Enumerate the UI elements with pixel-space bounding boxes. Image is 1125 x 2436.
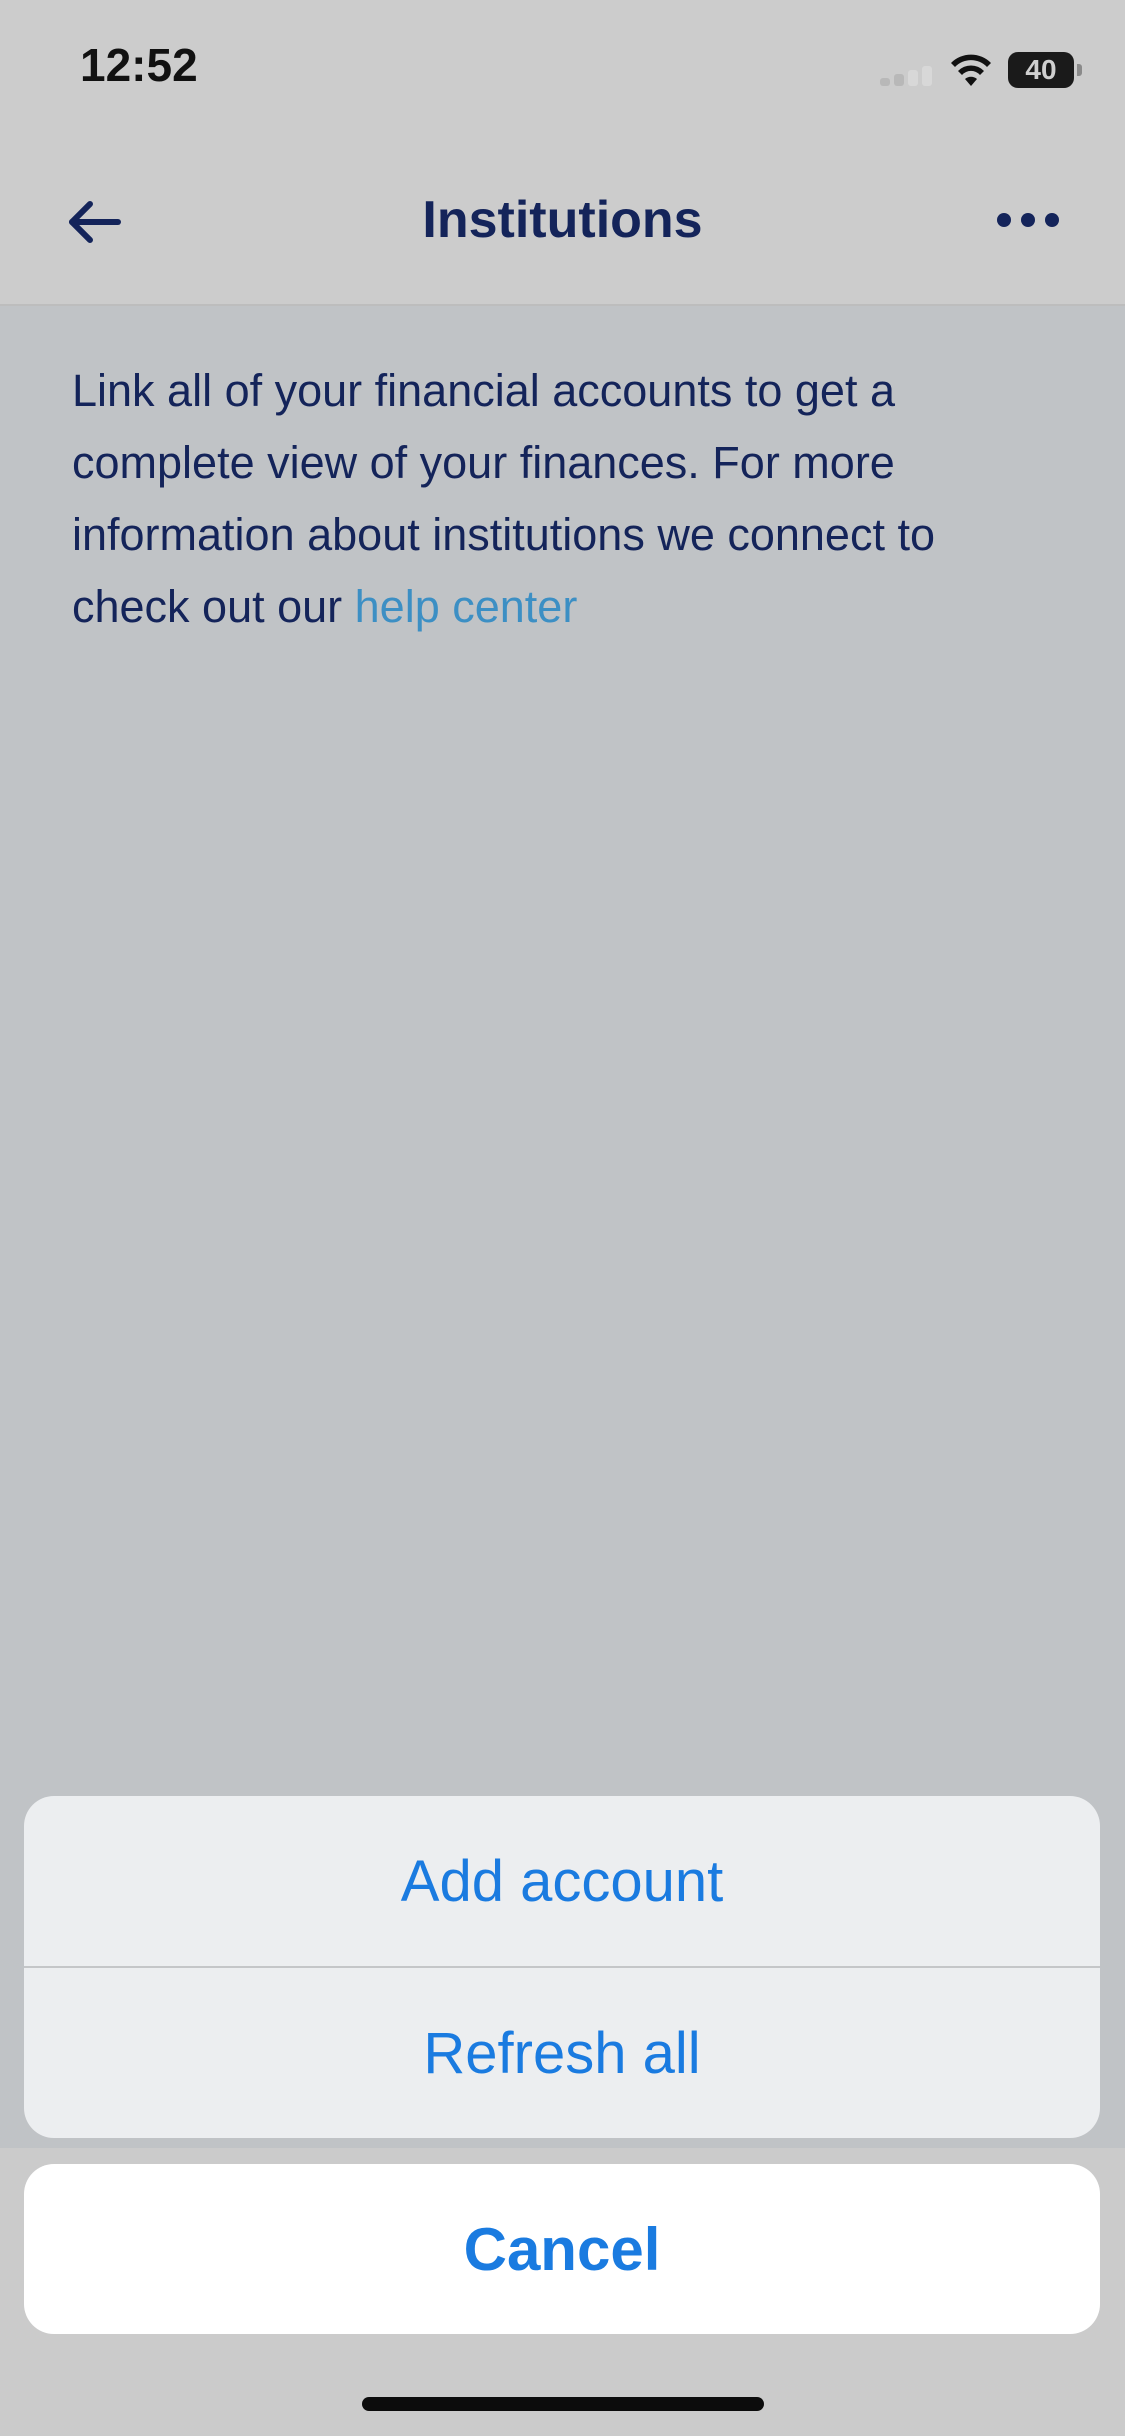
action-sheet: Add account Refresh all — [24, 1796, 1100, 2138]
home-indicator[interactable] — [362, 2397, 764, 2411]
page-title: Institutions — [422, 191, 703, 249]
status-time: 12:52 — [80, 39, 198, 91]
cellular-signal-icon — [880, 66, 932, 86]
nav-bar: Institutions — [0, 140, 1125, 306]
refresh-all-button[interactable]: Refresh all — [24, 1968, 1100, 2138]
battery-icon: 40 — [1008, 52, 1082, 88]
more-horizontal-icon — [997, 213, 1059, 227]
more-button[interactable] — [990, 200, 1066, 240]
wifi-icon — [951, 54, 991, 86]
cancel-button[interactable]: Cancel — [24, 2164, 1100, 2334]
intro-paragraph: Link all of your financial accounts to g… — [72, 355, 1062, 643]
status-bar: 12:52 40 — [0, 0, 1125, 140]
help-center-link[interactable]: help center — [355, 581, 578, 632]
add-account-button[interactable]: Add account — [24, 1796, 1100, 1966]
